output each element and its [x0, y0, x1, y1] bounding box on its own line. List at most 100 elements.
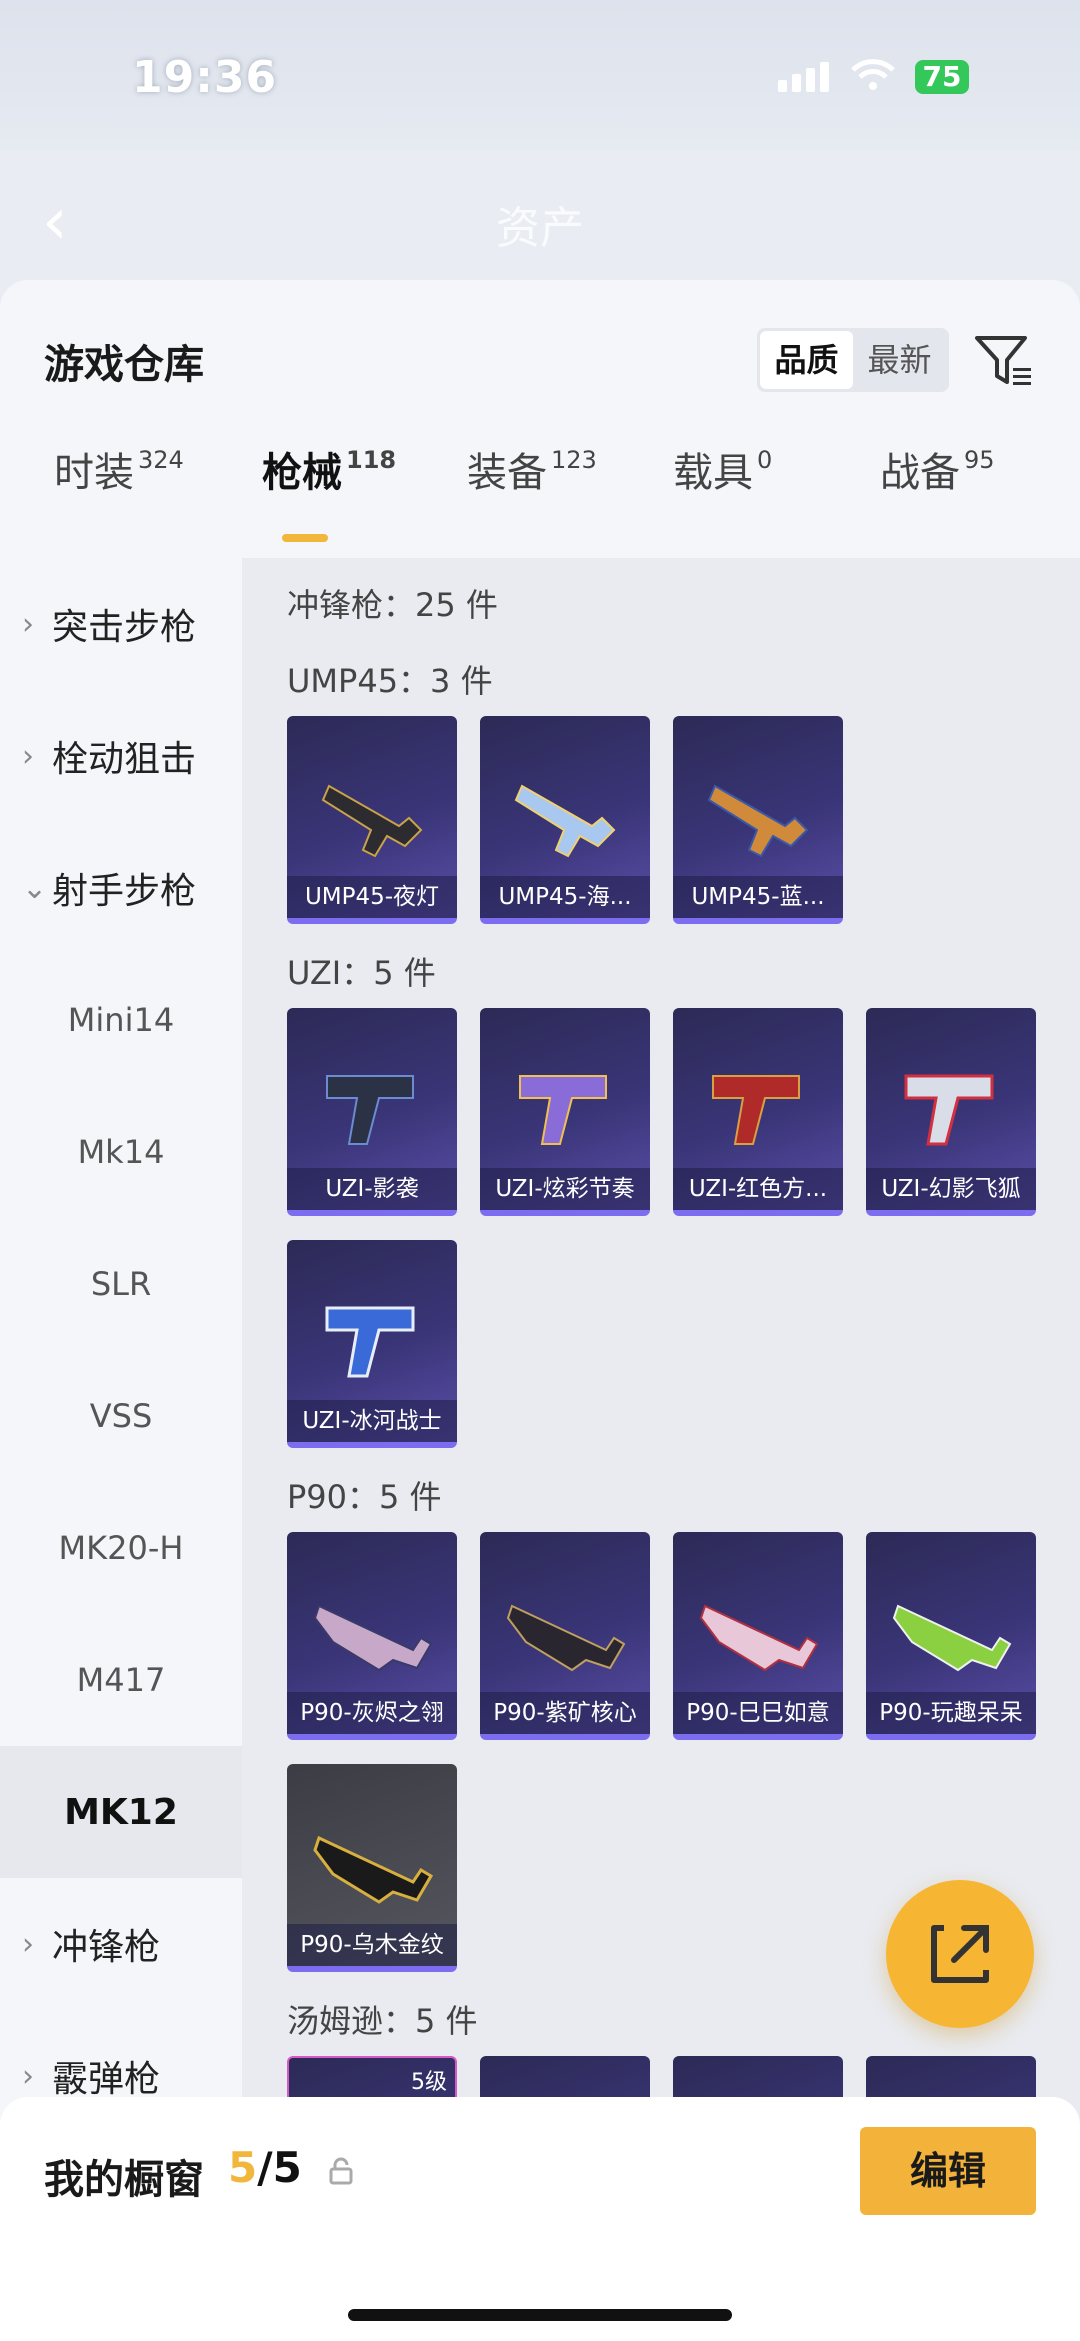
p90-icon — [892, 1604, 1012, 1672]
skin-card[interactable]: UZI-影袭 — [287, 1008, 457, 1216]
pistol-smg-icon — [326, 1075, 414, 1145]
group-title: 汤姆逊：5 件 — [287, 2002, 478, 2040]
tab-label: 战备 — [880, 450, 960, 496]
tab-vehicles[interactable]: 载具 0 — [673, 440, 772, 498]
sidebar-item-mk20h[interactable]: MK20-H — [0, 1482, 242, 1614]
skin-name: P90-巳巳如意 — [673, 1692, 843, 1734]
sidebar-item-label: 冲锋枪 — [52, 1927, 161, 1968]
sheet-header: 游戏仓库 品质 最新 — [0, 280, 1080, 420]
sidebar-item-smg[interactable]: › 冲锋枪 — [0, 1878, 242, 2010]
chevron-right-icon: › — [22, 2058, 34, 2094]
tab-weapons[interactable]: 枪械 118 — [262, 440, 396, 498]
p90-icon — [313, 1604, 433, 1672]
showcase-count-current: 5 — [228, 2143, 258, 2192]
tab-supplies[interactable]: 战备 95 — [880, 440, 995, 498]
top-nav: ‹ 资产 — [0, 170, 1080, 280]
sidebar-item-vss[interactable]: VSS — [0, 1350, 242, 1482]
warehouse-sheet: 游戏仓库 品质 最新 时装 324 枪械 118 装备 123 载具 0 战备 95 › 突… — [0, 280, 1080, 2341]
skin-name: P90-乌木金纹 — [287, 1924, 457, 1966]
home-indicator — [348, 2309, 732, 2321]
p90-icon — [699, 1604, 819, 1672]
tab-count: 123 — [551, 446, 597, 474]
tab-count: 324 — [138, 446, 184, 474]
showcase-bar: 我的橱窗 5/5 编辑 — [0, 2097, 1080, 2341]
skin-card[interactable]: UZI-幻影飞狐 — [866, 1008, 1036, 1216]
share-button[interactable] — [886, 1880, 1034, 2028]
tab-fashion[interactable]: 时装 324 — [54, 440, 184, 498]
skin-card[interactable]: P90-玩趣呆呆 — [866, 1532, 1036, 1740]
smg-icon — [321, 784, 423, 858]
tab-label: 枪械 — [262, 450, 342, 496]
active-tab-indicator — [282, 534, 328, 542]
smg-icon — [514, 784, 616, 858]
tab-count: 118 — [346, 446, 397, 474]
skin-name: UMP45-蓝... — [673, 876, 843, 918]
status-time: 19:36 — [132, 52, 278, 103]
sidebar-item-mk12[interactable]: MK12 — [0, 1746, 242, 1878]
sort-newest-button[interactable]: 最新 — [853, 331, 946, 389]
filter-icon[interactable] — [973, 330, 1035, 392]
status-bar: 19:36 75 — [0, 0, 1080, 150]
skin-name: UMP45-夜灯 — [287, 876, 457, 918]
skin-name: UZI-冰河战士 — [287, 1400, 457, 1442]
skin-name: UZI-红色方... — [673, 1168, 843, 1210]
skin-card[interactable]: UMP45-蓝... — [673, 716, 843, 924]
sort-toggle: 品质 最新 — [757, 328, 949, 392]
sidebar-item-assault-rifle[interactable]: › 突击步枪 — [0, 558, 242, 690]
group-title: P90：5 件 — [287, 1478, 442, 1516]
category-tabs: 时装 324 枪械 118 装备 123 载具 0 战备 95 — [0, 440, 1080, 560]
skin-name: UZI-幻影飞狐 — [866, 1168, 1036, 1210]
skin-card[interactable]: P90-巳巳如意 — [673, 1532, 843, 1740]
skin-name: P90-玩趣呆呆 — [866, 1692, 1036, 1734]
pistol-smg-icon — [712, 1075, 800, 1145]
sidebar-item-label: 栓动狙击 — [52, 739, 197, 780]
skin-card[interactable]: P90-乌木金纹 — [287, 1764, 457, 1972]
chevron-right-icon: › — [22, 606, 34, 642]
sidebar-item-m417[interactable]: M417 — [0, 1614, 242, 1746]
tab-equipment[interactable]: 装备 123 — [467, 440, 597, 498]
weapon-grid: 冲锋枪：25 件 UMP45：3 件 UMP45-夜灯 UMP45-海... U… — [242, 558, 1080, 2341]
group-title: UMP45：3 件 — [287, 662, 493, 700]
sort-quality-button[interactable]: 品质 — [760, 331, 853, 389]
skin-card[interactable]: P90-紫矿核心 — [480, 1532, 650, 1740]
skin-card[interactable]: UZI-冰河战士 — [287, 1240, 457, 1448]
sidebar-item-mk14[interactable]: Mk14 — [0, 1086, 242, 1218]
category-title: 冲锋枪：25 件 — [287, 586, 498, 624]
weapon-sidebar: › 突击步枪 › 栓动狙击 ⌄ 射手步枪 Mini14 Mk14 SLR VSS MK… — [0, 558, 242, 2341]
skin-name: UZI-炫彩节奏 — [480, 1168, 650, 1210]
skin-card[interactable]: P90-灰烬之翎 — [287, 1532, 457, 1740]
skin-card[interactable]: UZI-炫彩节奏 — [480, 1008, 650, 1216]
level-badge: 5级 — [411, 2070, 447, 2095]
skin-card[interactable]: UMP45-海... — [480, 716, 650, 924]
sidebar-item-mini14[interactable]: Mini14 — [0, 954, 242, 1086]
signal-icon — [778, 62, 829, 92]
showcase-count: 5/5 — [228, 2143, 302, 2192]
pistol-smg-icon — [904, 1074, 994, 1146]
showcase-title: 我的橱窗 — [44, 2157, 204, 2203]
battery-indicator: 75 — [915, 60, 969, 94]
group-title: UZI：5 件 — [287, 954, 436, 992]
sidebar-item-dmr[interactable]: ⌄ 射手步枪 — [0, 822, 242, 954]
nav-title: 资产 — [496, 203, 584, 254]
pistol-smg-icon — [325, 1306, 415, 1378]
skin-name: P90-紫矿核心 — [480, 1692, 650, 1734]
tab-label: 时装 — [54, 450, 134, 496]
skin-card[interactable]: UMP45-夜灯 — [287, 716, 457, 924]
tab-label: 装备 — [467, 450, 547, 496]
tab-count: 95 — [964, 446, 995, 474]
smg-icon — [707, 784, 809, 858]
skin-card[interactable]: UZI-红色方... — [673, 1008, 843, 1216]
lock-icon — [329, 2157, 353, 2185]
p90-icon — [313, 1835, 434, 1904]
sidebar-item-slr[interactable]: SLR — [0, 1218, 242, 1350]
skin-name: UMP45-海... — [480, 876, 650, 918]
chevron-down-icon: ⌄ — [22, 870, 48, 906]
pistol-smg-icon — [519, 1075, 607, 1145]
skin-name: P90-灰烬之翎 — [287, 1692, 457, 1734]
sidebar-item-bolt-sniper[interactable]: › 栓动狙击 — [0, 690, 242, 822]
edit-button[interactable]: 编辑 — [860, 2127, 1036, 2215]
sidebar-item-label: 霰弹枪 — [52, 2059, 161, 2100]
chevron-right-icon: › — [22, 1926, 34, 1962]
skin-name: UZI-影袭 — [287, 1168, 457, 1210]
share-icon — [931, 1925, 989, 1983]
